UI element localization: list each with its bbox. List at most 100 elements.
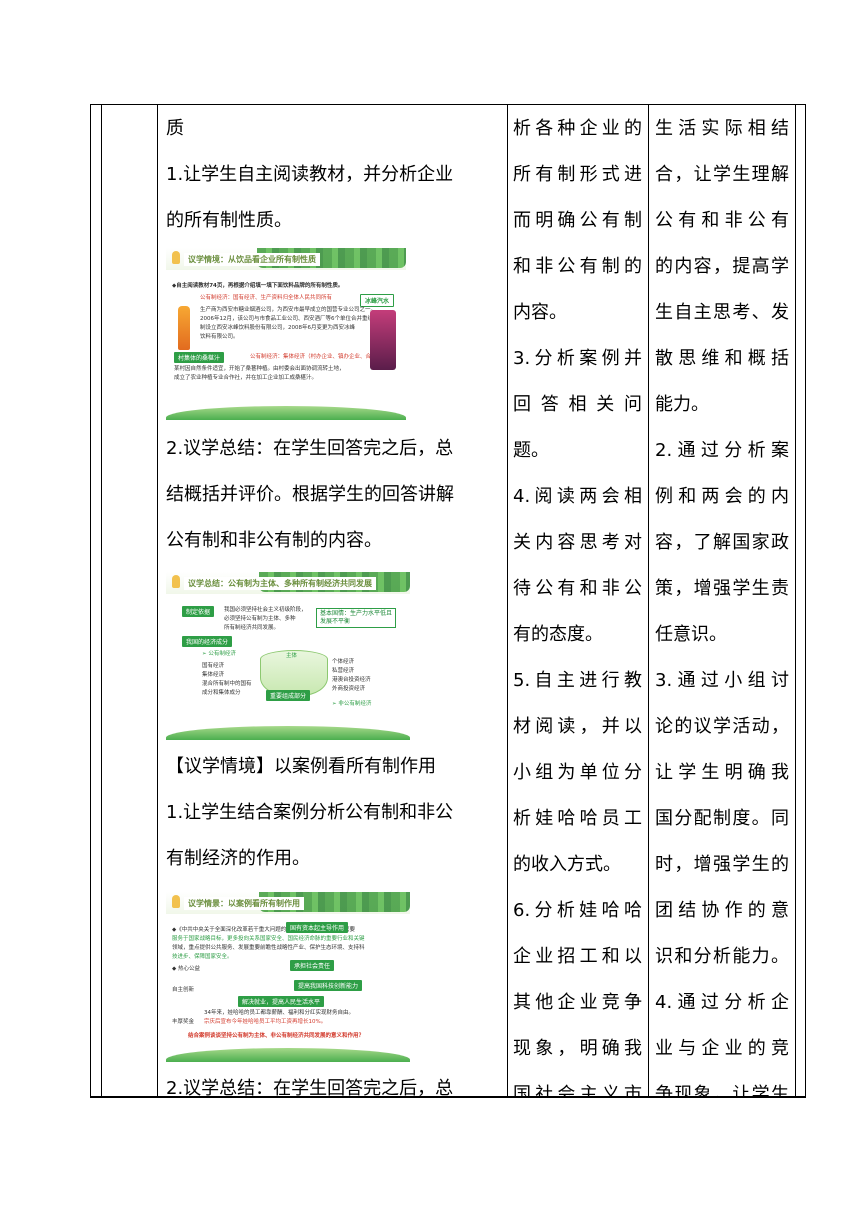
text-line: 散思维和概括 bbox=[655, 348, 789, 369]
text-line: 结概括并评价。根据学生的回答讲解 bbox=[166, 484, 454, 505]
text-line: 国分配制度。同 bbox=[655, 808, 789, 829]
text-line: 2.议学总结：在学生回答完之后，总 bbox=[166, 1078, 454, 1096]
text-line: 能力。 bbox=[655, 394, 709, 415]
section-label: 制定依据 bbox=[182, 606, 215, 617]
slide-text: 外商投资经济 bbox=[332, 686, 366, 692]
slide-text: 丰厚奖金 bbox=[172, 1019, 195, 1025]
text-line: 4.通过分析企 bbox=[655, 992, 789, 1013]
text-line: 质 bbox=[166, 118, 184, 139]
text-line: 1.让学生自主阅读教材，并分析企业 bbox=[166, 164, 454, 185]
text-line: 企业招工和以 bbox=[513, 946, 642, 967]
slide-text: 公有制经济：集体经济（村办企业、镇办企业、合作社） bbox=[250, 354, 388, 360]
text-line: 2.通过分析案 bbox=[655, 440, 789, 461]
text-line: 时，增强学生的 bbox=[655, 854, 789, 875]
text-line: 析各种企业的 bbox=[513, 118, 642, 139]
text-line: 容，了解国家政 bbox=[655, 532, 789, 553]
text-line: 关内容思考对 bbox=[513, 532, 642, 553]
slide-text: ➢ 公有制经济 bbox=[202, 651, 236, 657]
text-line: 3.分析案例并 bbox=[513, 348, 642, 369]
lightbulb-icon bbox=[172, 895, 180, 908]
role-label: 提高我国科技创新能力 bbox=[294, 980, 363, 991]
slide-text: 生产商为西安市糖业烟酒公司，为西安市最早成立的国营专业公司之一。 bbox=[200, 307, 377, 313]
role-label: 解决就业，提高人民生活水平 bbox=[238, 996, 325, 1007]
slide-text: 成立了农业种植专业合作社，并在加工企业加工成桑椹汁。 bbox=[174, 375, 318, 381]
slide-text: 领域，重点提供公共服务、发展重要前瞻性战略性产业、保护生态环境、支持科 bbox=[172, 945, 365, 951]
lightbulb-icon bbox=[172, 251, 180, 264]
student-activity-cell: 析各种企业的 所有制形式进 而明确公有制 和非公有制的 内容。 3.分析案例并 … bbox=[513, 106, 642, 1096]
text-line: 题。 bbox=[513, 440, 549, 461]
table-rule bbox=[648, 104, 649, 1098]
text-line: 争现象，让学生 bbox=[655, 1084, 789, 1096]
slide-text: 必须坚持公有制为主体、多种 bbox=[224, 616, 296, 622]
slide-text: ◆自主阅读教材74页，再根据介绍填一填下面饮料品牌的所有制性质。 bbox=[172, 283, 344, 289]
brand-label: 村集体的桑椹汁 bbox=[174, 352, 225, 363]
text-line: 内容。 bbox=[513, 302, 567, 323]
slide-text: 私营经济 bbox=[332, 668, 355, 674]
grass-decoration bbox=[166, 1048, 410, 1062]
text-line: 而明确公有制 bbox=[513, 210, 642, 231]
grass-decoration bbox=[166, 726, 410, 740]
text-line: 的内容，提高学 bbox=[655, 256, 789, 277]
text-line: 和非公有制的 bbox=[513, 256, 642, 277]
text-line: 现象，明确我 bbox=[513, 1038, 642, 1059]
slide-text: 个体经济 bbox=[332, 659, 355, 665]
text-line: 5.自主进行教 bbox=[513, 670, 642, 691]
highlight-box: 基本国情：生产力水平低且发展不平衡 bbox=[316, 608, 396, 628]
text-line: 识和分析能力。 bbox=[655, 946, 789, 967]
table-rule bbox=[507, 104, 508, 1098]
slide-text: 宗庆后宣布今年娃哈哈员工平均工资再增长10%。 bbox=[204, 1019, 327, 1025]
slide-text: 港澳台投资经济 bbox=[332, 677, 371, 683]
text-line: 回答相关问 bbox=[513, 394, 642, 415]
slide-title: 议学总结：公有制为主体、多种所有制经济共同发展 bbox=[184, 577, 376, 590]
slide-title: 议学情景：以案例看所有制作用 bbox=[184, 897, 304, 910]
teacher-activity-cell: 质 1.让学生自主阅读教材，并分析企业 的所有制性质。 议学情境：从饮品看企业所… bbox=[166, 106, 500, 1096]
text-line: 合，让学生理解 bbox=[655, 164, 789, 185]
slide-question: 结合案例谈谈坚持公有制为主体、非公有制经济共同发展的意义和作用？ bbox=[188, 1033, 365, 1039]
text-line: 析娃哈哈员工 bbox=[513, 808, 642, 829]
slide-image-ownership-role: 议学情景：以案例看所有制作用 ◆《中共中央关于全面深化改革若干重大问题的决定》：… bbox=[166, 892, 410, 1062]
design-intent-cell: 生活实际相结 合，让学生理解 公有和非公有 的内容，提高学 生自主思考、发 散思… bbox=[655, 106, 789, 1096]
text-line: 3.通过小组讨 bbox=[655, 670, 789, 691]
slide-text: 制设立西安冰峰饮料股份有限公司，2008年6月变更为西安冰峰 bbox=[200, 325, 355, 331]
section-label: 我国的经济成分 bbox=[182, 636, 233, 647]
slide-text: 技进步、保障国家安全。 bbox=[172, 954, 233, 960]
role-label: 承担社会责任 bbox=[290, 960, 335, 971]
table-rule bbox=[157, 104, 158, 1098]
slide-text: 自主创新 bbox=[172, 987, 195, 993]
text-line: 公有和非公有 bbox=[655, 210, 789, 231]
slide-text: 2006年12月，该公司与市食品工业公司、西安酒厂等6个单位合并重组改 bbox=[200, 316, 379, 322]
text-line: 所有制形式进 bbox=[513, 164, 642, 185]
text-line: 【议学情境】以案例看所有制作用 bbox=[166, 756, 436, 777]
slide-text: 服务于国家战略目标，更多投向关系国家安全、国民经济命脉的重要行业和关键 bbox=[172, 936, 365, 942]
slide-image-drinks: 议学情境：从饮品看企业所有制性质 ◆自主阅读教材74页，再根据介绍填一填下面饮料… bbox=[166, 248, 406, 420]
text-line: 1.让学生结合案例分析公有制和非公 bbox=[166, 802, 454, 823]
text-line: 的收入方式。 bbox=[513, 854, 621, 875]
juice-bottle-icon bbox=[370, 310, 396, 370]
text-line: 材阅读，并以 bbox=[513, 716, 642, 737]
slide-text: 混合所有制中的国有 bbox=[202, 681, 252, 687]
slide-text: 主体 bbox=[286, 653, 298, 659]
table-rule bbox=[101, 104, 102, 1098]
slide-text: 所有制经济共同发展。 bbox=[224, 625, 280, 631]
slide-text: 我国必须坚持社会主义初级阶段， bbox=[224, 607, 307, 613]
document-page: 质 1.让学生自主阅读教材，并分析企业 的所有制性质。 议学情境：从饮品看企业所… bbox=[0, 0, 860, 1216]
slide-text: 某村因自然条件适宜，开始了桑葚种植。由村委会出面协调流转土地， bbox=[174, 366, 345, 372]
text-line: 业与企业的竞 bbox=[655, 1038, 789, 1059]
text-line: 生自主思考、发 bbox=[655, 302, 789, 323]
role-label: 国有资本起主导作用 bbox=[286, 922, 349, 933]
text-line: 让学生明确我 bbox=[655, 762, 789, 783]
text-line: 6.分析娃哈哈 bbox=[513, 900, 642, 921]
soda-bottle-icon bbox=[178, 306, 190, 350]
text-line: 待公有和非公 bbox=[513, 578, 642, 599]
slide-text: 公有制经济：国有经济、生产资料归全体人民共同所有 bbox=[200, 295, 333, 301]
text-line: 论的议学活动， bbox=[655, 716, 789, 737]
slide-title: 议学情境：从饮品看企业所有制性质 bbox=[184, 253, 320, 266]
text-line: 小组为单位分 bbox=[513, 762, 642, 783]
grass-decoration bbox=[166, 406, 406, 420]
slide-text: 集体经济 bbox=[202, 672, 225, 678]
slide-text: 饮料有限公司。 bbox=[200, 334, 239, 340]
text-line: 公有制和非公有制的内容。 bbox=[166, 530, 382, 551]
text-line: 其他企业竞争 bbox=[513, 992, 642, 1013]
table-rule bbox=[795, 104, 796, 1098]
slide-text: ◆ 热心公益 bbox=[172, 966, 200, 972]
